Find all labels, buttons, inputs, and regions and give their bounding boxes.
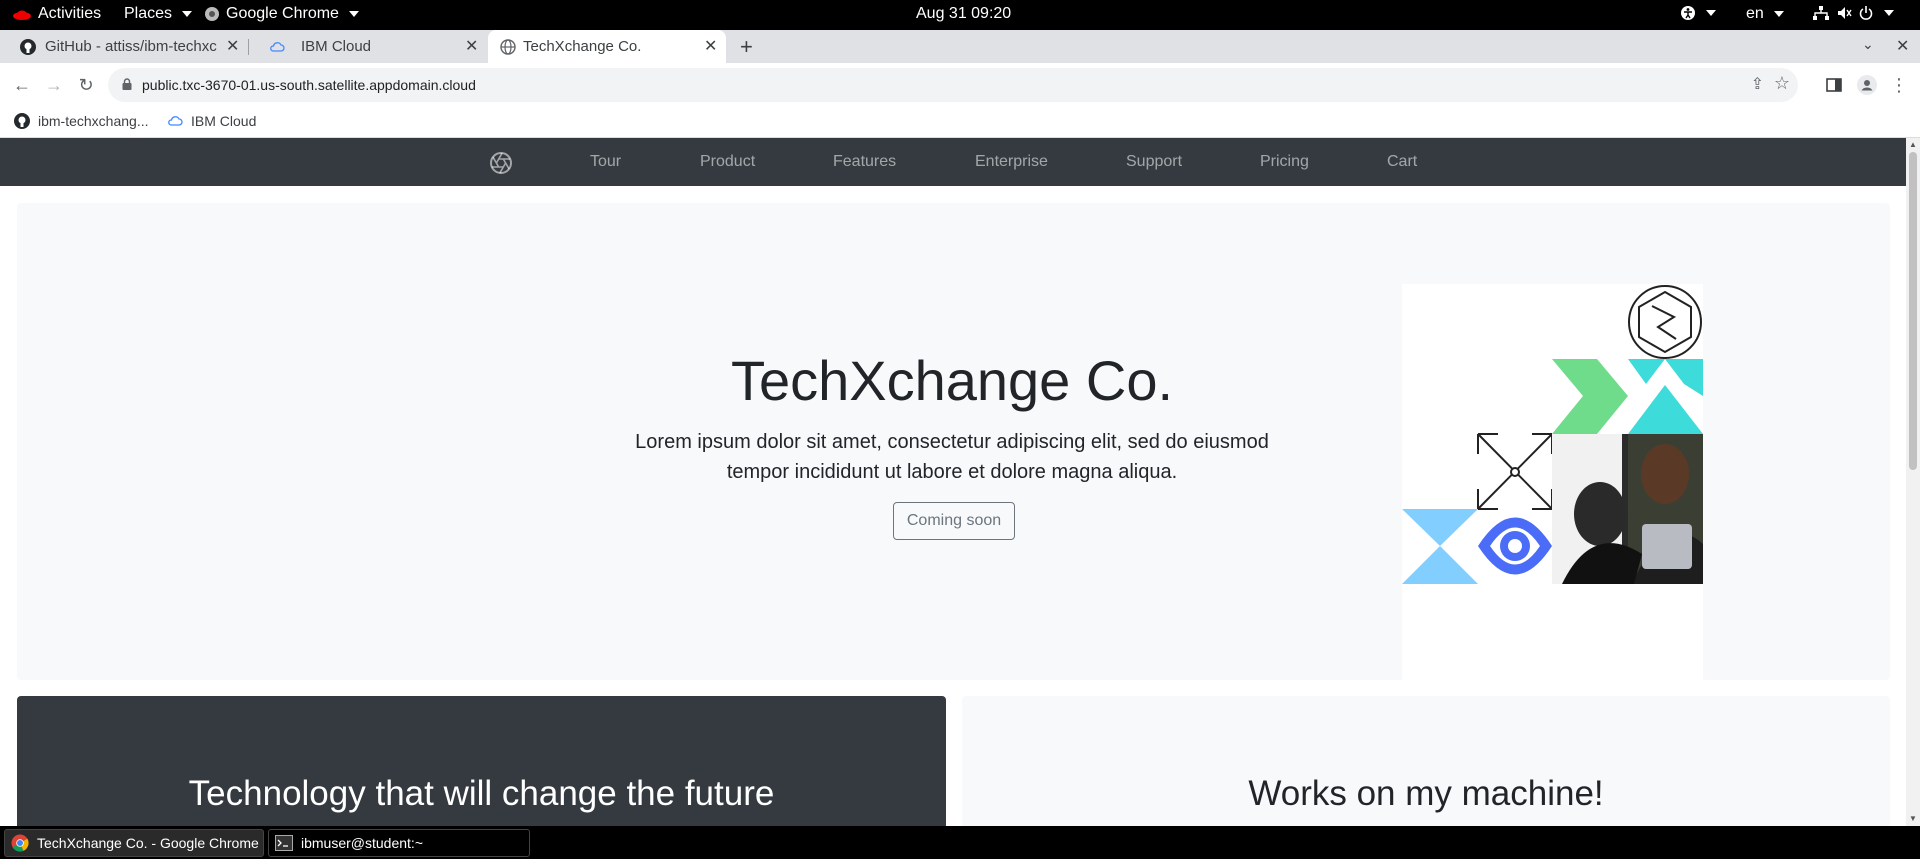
network-icon bbox=[1813, 6, 1829, 20]
chrome-icon bbox=[11, 834, 29, 852]
tab-strip: GitHub - attiss/ibm-techxchange ✕ IBM Cl… bbox=[0, 30, 1920, 63]
scrollbar-thumb[interactable] bbox=[1909, 152, 1917, 470]
places-label: Places bbox=[124, 5, 173, 22]
globe-icon bbox=[500, 39, 516, 55]
feature-panel-light: Works on my machine! bbox=[962, 696, 1890, 826]
system-menu[interactable] bbox=[1812, 5, 1894, 21]
arrow-left-icon: ← bbox=[13, 74, 31, 95]
nav-cart[interactable]: Cart bbox=[1387, 153, 1417, 171]
nav-features[interactable]: Features bbox=[833, 153, 896, 171]
page-viewport: Tour Product Features Enterprise Support… bbox=[0, 138, 1906, 826]
tab-techxchange[interactable]: TechXchange Co. ✕ bbox=[488, 30, 726, 63]
close-icon[interactable]: ✕ bbox=[226, 36, 239, 56]
scroll-down-icon[interactable]: ▼ bbox=[1909, 814, 1917, 823]
chrome-menu-button[interactable]: ⋮ bbox=[1887, 73, 1911, 97]
power-icon bbox=[1859, 6, 1873, 20]
taskbar-chrome-window[interactable]: TechXchange Co. - Google Chrome bbox=[4, 829, 264, 857]
clock[interactable]: Aug 31 09:20 bbox=[916, 5, 1011, 23]
side-panel-icon bbox=[1826, 78, 1842, 92]
panel-light-title: Works on my machine! bbox=[1248, 774, 1604, 813]
share-icon[interactable]: ⇪ bbox=[1751, 74, 1764, 94]
nav-support[interactable]: Support bbox=[1126, 153, 1182, 171]
cloud-icon bbox=[270, 42, 285, 52]
nav-enterprise[interactable]: Enterprise bbox=[975, 153, 1048, 171]
window-taskbar: TechXchange Co. - Google Chrome ibmuser@… bbox=[0, 826, 1920, 859]
window-close-button[interactable]: ✕ bbox=[1896, 36, 1909, 56]
hero-section: TechXchange Co. Lorem ipsum dolor sit am… bbox=[17, 203, 1890, 680]
nav-tour[interactable]: Tour bbox=[590, 153, 621, 171]
tab-github[interactable]: GitHub - attiss/ibm-techxchange ✕ bbox=[0, 30, 248, 63]
close-icon[interactable]: ✕ bbox=[704, 36, 717, 56]
taskbar-terminal-window[interactable]: ibmuser@student:~ bbox=[268, 829, 530, 857]
accessibility-menu[interactable] bbox=[1680, 5, 1716, 21]
people-photo bbox=[1552, 434, 1703, 584]
arrow-right-icon: → bbox=[45, 74, 63, 95]
github-icon bbox=[20, 39, 36, 55]
chevron-down-icon bbox=[348, 11, 359, 17]
forward-button[interactable]: → bbox=[42, 73, 66, 97]
github-icon bbox=[14, 113, 30, 129]
tab-search-button[interactable]: ⌄ bbox=[1862, 36, 1874, 53]
coming-soon-button[interactable]: Coming soon bbox=[893, 502, 1015, 540]
feature-panel-dark: Technology that will change the future bbox=[17, 696, 946, 826]
language-label: en bbox=[1746, 5, 1764, 22]
accessibility-icon bbox=[1681, 6, 1695, 20]
tab-title: IBM Cloud bbox=[301, 38, 372, 55]
reload-button[interactable]: ↻ bbox=[74, 73, 98, 97]
chevron-down-icon bbox=[1706, 10, 1716, 16]
activities-label: Activities bbox=[38, 5, 102, 22]
activities-button[interactable]: Activities bbox=[12, 5, 101, 23]
bookmark-label: ibm-techxchang... bbox=[38, 113, 149, 129]
app-menu[interactable]: Google Chrome bbox=[204, 5, 359, 23]
scroll-up-icon[interactable]: ▲ bbox=[1909, 140, 1917, 149]
profile-button[interactable] bbox=[1855, 73, 1879, 97]
bookmark-github[interactable]: ibm-techxchang... bbox=[14, 113, 149, 129]
teal-peaks-shape bbox=[1628, 359, 1703, 434]
back-button[interactable]: ← bbox=[10, 73, 34, 97]
nav-product[interactable]: Product bbox=[700, 153, 755, 171]
side-panel-button[interactable] bbox=[1822, 73, 1846, 97]
tab-title: TechXchange Co. bbox=[523, 38, 642, 55]
app-menu-label: Google Chrome bbox=[226, 5, 339, 22]
page-scrollbar[interactable]: ▲ ▼ bbox=[1906, 138, 1920, 826]
hero-illustration bbox=[1402, 284, 1703, 680]
taskbar-label: ibmuser@student:~ bbox=[301, 835, 423, 851]
hero-lead: Lorem ipsum dolor sit amet, consectetur … bbox=[635, 431, 1269, 483]
datetime-label: Aug 31 09:20 bbox=[916, 5, 1012, 22]
new-tab-button[interactable]: + bbox=[740, 34, 753, 60]
chevron-down-icon bbox=[182, 11, 193, 17]
redhat-icon bbox=[13, 10, 31, 20]
avatar-icon bbox=[1857, 75, 1877, 95]
places-menu[interactable]: Places bbox=[124, 5, 193, 23]
system-top-bar: Activities Places Google Chrome Aug 31 0… bbox=[0, 0, 1920, 30]
tab-ibm-cloud[interactable]: IBM Cloud ✕ bbox=[249, 30, 487, 63]
chevron-down-icon bbox=[1884, 10, 1894, 16]
tab-title: GitHub - attiss/ibm-techxchange bbox=[45, 38, 217, 55]
aperture-logo-icon[interactable] bbox=[489, 151, 513, 175]
bookmark-star-icon[interactable]: ☆ bbox=[1774, 73, 1790, 94]
cloud-icon bbox=[168, 116, 183, 126]
browser-toolbar: ← → ↻ public.txc-3670-01.us-south.satell… bbox=[0, 63, 1920, 107]
chevron-down-icon bbox=[1773, 11, 1784, 17]
url-text: public.txc-3670-01.us-south.satellite.ap… bbox=[142, 77, 476, 93]
more-vertical-icon: ⋮ bbox=[1890, 74, 1908, 95]
nav-pricing[interactable]: Pricing bbox=[1260, 153, 1309, 171]
bookmark-label: IBM Cloud bbox=[191, 113, 257, 129]
lock-icon bbox=[122, 78, 132, 90]
terminal-icon bbox=[275, 835, 293, 851]
language-menu[interactable]: en bbox=[1746, 5, 1784, 23]
reload-icon: ↻ bbox=[78, 74, 94, 95]
address-bar[interactable]: public.txc-3670-01.us-south.satellite.ap… bbox=[108, 68, 1798, 102]
bookmark-ibm-cloud[interactable]: IBM Cloud bbox=[167, 113, 256, 129]
taskbar-label: TechXchange Co. - Google Chrome bbox=[37, 835, 259, 851]
volume-muted-icon bbox=[1838, 7, 1852, 19]
close-icon[interactable]: ✕ bbox=[465, 36, 478, 56]
panel-dark-title: Technology that will change the future bbox=[188, 774, 775, 813]
chrome-icon bbox=[205, 7, 219, 21]
bookmarks-bar: ibm-techxchang... IBM Cloud bbox=[0, 107, 1920, 138]
site-navbar: Tour Product Features Enterprise Support… bbox=[0, 138, 1906, 186]
